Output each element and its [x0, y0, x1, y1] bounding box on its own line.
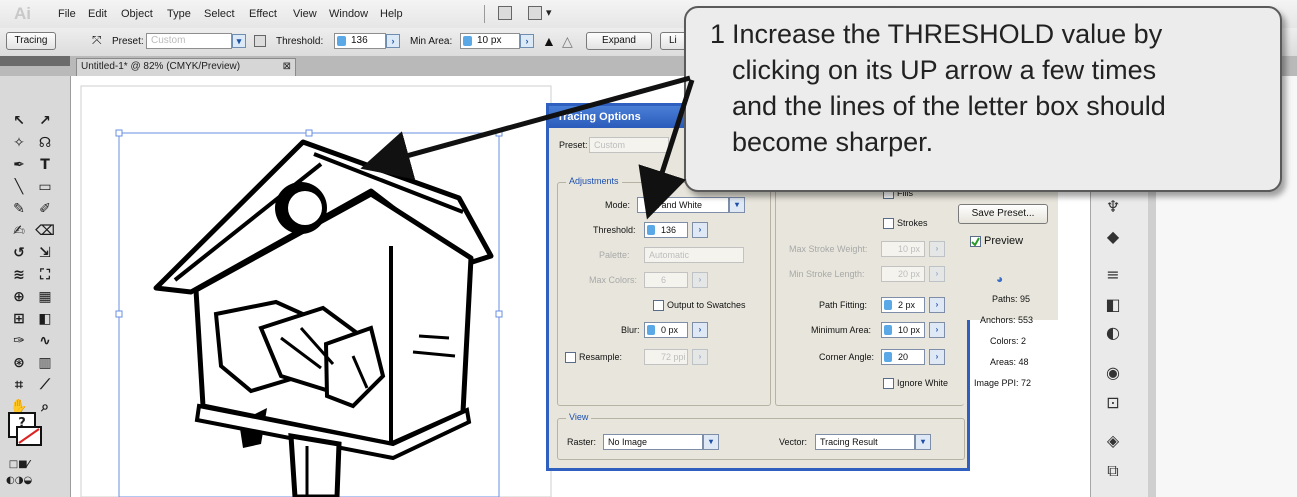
callout-arrows [360, 75, 695, 220]
arrow-to-threshold [638, 79, 695, 220]
illustrator-window: Ai File Edit Object Type Select Effect V… [0, 0, 1297, 497]
arrow-to-roof [360, 75, 691, 180]
